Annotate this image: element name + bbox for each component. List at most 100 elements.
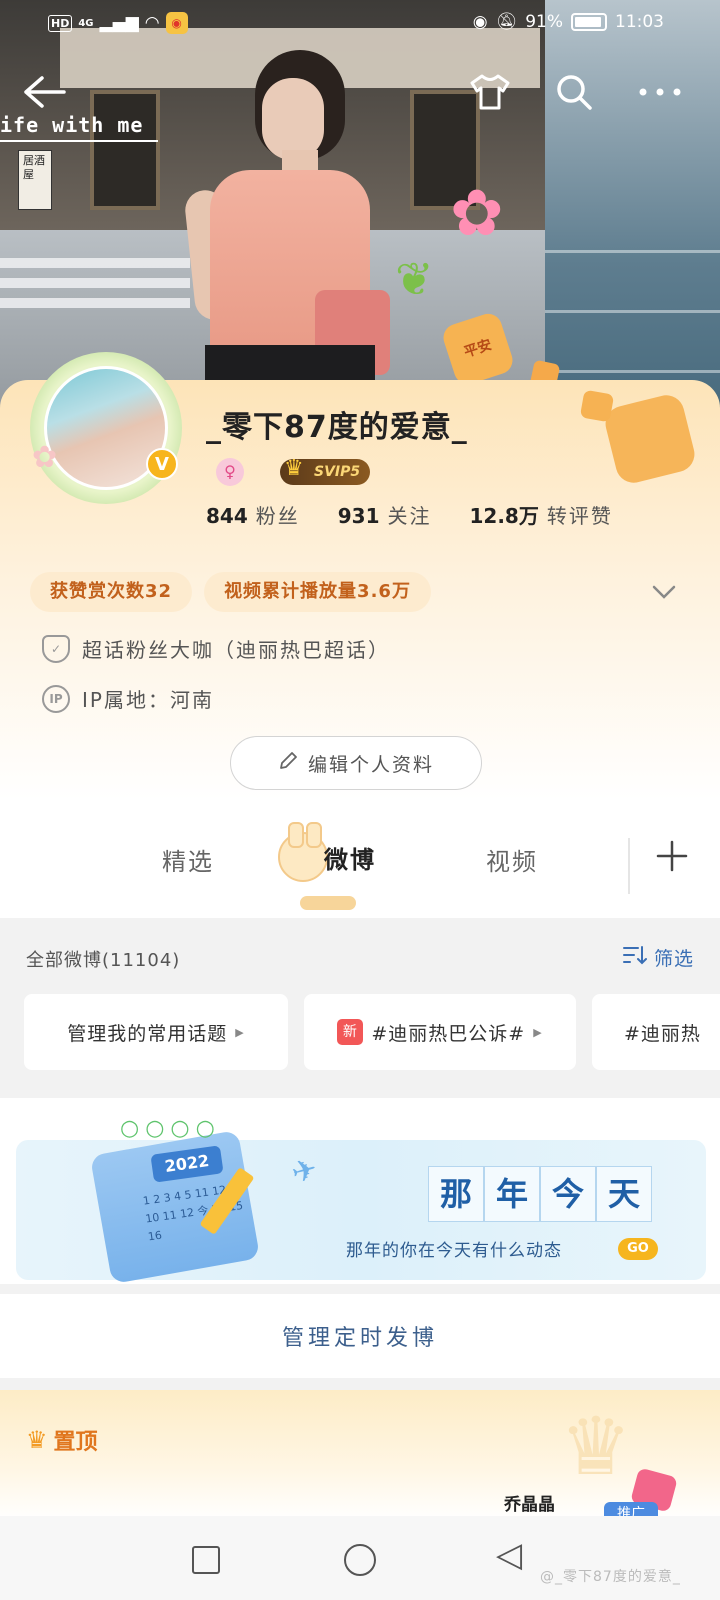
stat-label: 粉丝 — [255, 504, 300, 528]
edit-profile-button[interactable]: 编辑个人资料 — [230, 736, 482, 790]
search-icon[interactable] — [550, 68, 598, 116]
cover-sea — [545, 0, 720, 440]
stat-number: 12.8万 — [469, 504, 539, 528]
crosswalk-stripe — [0, 258, 190, 268]
topic-dilireba-lawsuit[interactable]: 新 #迪丽热巴公诉# ▶ — [304, 994, 576, 1070]
tab-video[interactable]: 视频 — [486, 842, 538, 877]
manage-scheduled-posts-button[interactable]: 管理定时发博 — [0, 1294, 720, 1378]
hd-badge: HD — [48, 14, 73, 32]
sea-wave — [545, 250, 720, 253]
topic-label: #迪丽热 — [624, 1022, 701, 1045]
filter-icon — [622, 944, 648, 971]
status-time: 11:03 — [615, 12, 664, 32]
verified-badge-icon: V — [146, 448, 178, 480]
flower-sticker-icon: ✿ — [450, 177, 504, 251]
stat-number: 844 — [206, 504, 248, 528]
all-weibo-count: 全部微博(11104) — [26, 950, 181, 971]
svip-label: SVIP5 — [314, 464, 361, 480]
watermark-credit: @_零下87度的爱意_ — [540, 1569, 681, 1585]
cover-person-face — [262, 78, 324, 160]
topic-label: 管理我的常用话题 — [67, 1022, 228, 1045]
flower-deco-icon: ✿ — [32, 440, 58, 475]
achievement-chips: 获赞赏次数32 视频累计播放量3.6万 — [30, 572, 431, 612]
network-type: 4G — [78, 17, 94, 29]
signal-icon: ▂▄▆ — [99, 13, 139, 33]
go-button[interactable]: GO — [618, 1238, 658, 1260]
banner-title-char: 天 — [596, 1166, 652, 1222]
pencil-icon — [278, 751, 298, 776]
svip-badge[interactable]: ♛ SVIP5 — [280, 456, 371, 485]
crosswalk-stripe — [0, 278, 190, 288]
stat-interactions[interactable]: 12.8万 转评赞 — [470, 500, 613, 529]
profile-nickname: _零下87度的爱意_ — [206, 410, 468, 445]
banner-subtitle: 那年的你在今天有什么动态 — [346, 1241, 562, 1261]
stat-label: 转评赞 — [546, 504, 613, 528]
tab-weibo[interactable]: 微博 — [324, 840, 376, 875]
topic-label: #迪丽热巴公诉# — [371, 1022, 526, 1045]
sea-wave — [545, 370, 720, 373]
recent-apps-square-icon[interactable] — [192, 1546, 220, 1574]
shield-icon: ✓ — [42, 634, 70, 663]
profile-stats: 844 粉丝 931 关注 12.8万 转评赞 — [206, 500, 613, 529]
super-topic-row[interactable]: ✓ 超话粉丝大咖（迪丽热巴超话） — [42, 634, 390, 663]
status-right: ◉ 🔕︎ 91% 11:03 — [473, 12, 664, 32]
edit-profile-label: 编辑个人资料 — [307, 753, 434, 776]
triangle-right-icon: ▶ — [235, 1025, 245, 1039]
add-tab-plus-icon[interactable] — [654, 838, 690, 881]
back-arrow-icon[interactable] — [20, 68, 68, 116]
chip-reward-count[interactable]: 获赞赏次数32 — [30, 572, 193, 612]
ip-location-text: IP属地：河南 — [82, 688, 214, 712]
leaf-sticker-icon: ❦ — [395, 252, 434, 306]
filter-button[interactable]: 筛选 — [622, 944, 694, 971]
bunny-mascot-icon — [278, 822, 328, 882]
calendar-rings-icon: ○○○○ — [120, 1116, 221, 1141]
crown-icon: ♛ — [284, 456, 304, 481]
stat-label: 关注 — [387, 504, 432, 528]
chevron-down-icon[interactable] — [652, 580, 676, 605]
chip-video-plays[interactable]: 视频累计播放量3.6万 — [204, 572, 431, 612]
filter-label: 筛选 — [654, 948, 695, 970]
lantern-decoration-small — [579, 389, 615, 423]
skin-shirt-icon[interactable] — [466, 68, 514, 116]
tab-featured[interactable]: 精选 — [162, 842, 214, 877]
banner-title-char: 那 — [428, 1166, 484, 1222]
more-icon[interactable] — [636, 68, 684, 116]
weibo-notification-icon: ◉ — [165, 12, 188, 34]
tab-divider — [628, 838, 630, 894]
cloud-deco — [300, 896, 356, 910]
stat-number: 931 — [337, 504, 380, 528]
female-gender-icon: ♀ — [216, 458, 244, 486]
pinned-label: ♛ 置顶 — [26, 1424, 98, 1456]
banner-title: 那 年 今 天 — [428, 1166, 652, 1222]
eye-icon: ◉ — [472, 12, 488, 32]
pin-crown-icon: ♛ — [26, 1426, 48, 1454]
banner-title-char: 今 — [540, 1166, 596, 1222]
stat-followers[interactable]: 844 粉丝 — [206, 500, 300, 529]
status-bar: HD 4G ▂▄▆ ◠ ◉ ◉ 🔕︎ 91% 11:03 — [0, 0, 720, 50]
crown-deco-icon: ♛ — [560, 1400, 632, 1493]
home-circle-icon[interactable] — [344, 1544, 376, 1576]
mute-bell-icon: 🔕︎ — [495, 12, 518, 32]
topic-dilireba-partial[interactable]: #迪丽热 — [592, 994, 720, 1070]
cover-watermark-underline — [0, 140, 158, 142]
new-tag: 新 — [337, 1019, 364, 1045]
topic-manage-common[interactable]: 管理我的常用话题 ▶ — [24, 994, 288, 1070]
sea-wave — [545, 310, 720, 313]
ip-icon: IP — [42, 684, 70, 713]
wifi-icon: ◠ — [144, 13, 160, 33]
battery-percent: 91% — [525, 12, 563, 32]
back-triangle-icon[interactable]: ◁ — [496, 1538, 522, 1572]
status-left: HD 4G ▂▄▆ ◠ ◉ — [48, 12, 188, 34]
ip-location-row: IP IP属地：河南 — [42, 684, 214, 713]
cover-sign: 居酒屋 — [18, 150, 52, 210]
banner-title-char: 年 — [484, 1166, 540, 1222]
battery-icon — [571, 13, 607, 31]
super-topic-text: 超话粉丝大咖（迪丽热巴超话） — [82, 638, 390, 662]
cover-window — [90, 90, 160, 210]
promo-name[interactable]: 乔晶晶 — [504, 1490, 555, 1515]
crosswalk-stripe — [0, 298, 190, 308]
pinned-text: 置顶 — [53, 1430, 98, 1455]
cover-watermark: ife with me — [0, 113, 144, 137]
triangle-right-icon: ▶ — [533, 1025, 543, 1039]
stat-following[interactable]: 931 关注 — [338, 500, 432, 529]
